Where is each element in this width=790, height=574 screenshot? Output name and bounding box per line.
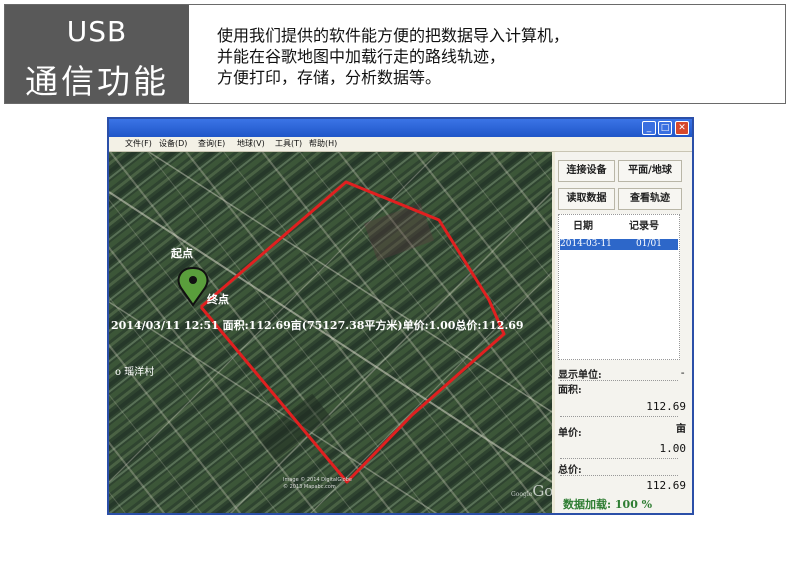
google-logo: GoogleGoog <box>511 482 552 500</box>
title-bar[interactable]: _ □ ✕ <box>109 119 692 137</box>
unit-price-label: 单价: <box>558 428 582 439</box>
menu-query[interactable]: 查询(E) <box>198 138 225 149</box>
feature-title-name: 通信功能 <box>25 62 169 101</box>
view-mode-toggle-button[interactable]: 平面/地球 <box>618 160 682 182</box>
feature-description-line: 并能在谷歌地图中加载行走的路线轨迹， <box>217 47 506 66</box>
menu-file[interactable]: 文件(F) <box>125 138 152 149</box>
map-copyright-line: © 2013 Mapabc.com <box>283 484 336 490</box>
area-label: 面积: <box>558 385 582 396</box>
record-number: 01/01 <box>636 239 662 249</box>
track-summary-text: 2014/03/11 12:51 面积:112.69亩(75127.38平方米)… <box>111 319 524 332</box>
start-point-label: 起点 <box>171 247 193 260</box>
record-list[interactable]: 日期 记录号 2014-03-11 01/01 <box>558 214 680 360</box>
close-button[interactable]: ✕ <box>675 121 689 135</box>
feature-description: 使用我们提供的软件能方便的把数据导入计算机， 并能在谷歌地图中加载行走的路线轨迹… <box>217 25 569 88</box>
satellite-map-view[interactable]: 起点 终点 2014/03/11 12:51 面积:112.69亩(75127.… <box>109 152 552 513</box>
village-label-text: o 瑶洋村 <box>115 367 155 378</box>
unit-price-value: 1.00 <box>659 442 687 455</box>
view-track-button[interactable]: 查看轨迹 <box>618 188 682 210</box>
read-data-button[interactable]: 读取数据 <box>558 188 615 210</box>
maximize-button[interactable]: □ <box>658 121 672 135</box>
end-point-label: 终点 <box>207 293 229 306</box>
feature-description-line: 方便打印，存储，分析数据等。 <box>217 68 442 87</box>
column-header-date: 日期 <box>573 221 593 232</box>
divider <box>560 458 678 459</box>
menu-tools[interactable]: 工具(T) <box>275 138 302 149</box>
record-date: 2014-03-11 <box>560 239 612 249</box>
divider <box>560 416 678 417</box>
feature-title-usb: USB <box>66 15 128 48</box>
google-logo-small: Google <box>511 491 533 498</box>
app-window: _ □ ✕ 文件(F) 设备(D) 查询(E) 地球(V) 工具(T) 帮助(H… <box>107 117 694 515</box>
feature-description-line: 使用我们提供的软件能方便的把数据导入计算机， <box>217 26 570 45</box>
satellite-image <box>109 152 552 513</box>
control-panel: 连接设备 平面/地球 读取数据 查看轨迹 日期 记录号 2014-03-11 0… <box>555 152 692 513</box>
google-logo-text: Goog <box>532 482 552 500</box>
divider <box>560 475 678 476</box>
connect-device-button[interactable]: 连接设备 <box>558 160 615 182</box>
display-unit-label: 显示单位: <box>558 370 602 381</box>
total-price-value: 112.69 <box>646 479 686 492</box>
menu-help[interactable]: 帮助(H) <box>309 138 337 149</box>
display-unit-value[interactable]: - <box>679 366 686 379</box>
feature-banner: USB 通信功能 使用我们提供的软件能方便的把数据导入计算机， 并能在谷歌地图中… <box>4 4 786 104</box>
data-loading-status: 数据加载: 100 % <box>563 498 653 511</box>
feature-title-block: USB 通信功能 <box>5 5 189 103</box>
village-label: o 瑶洋村 <box>115 363 154 378</box>
total-price-label: 总价: <box>558 465 582 476</box>
area-value: 112.69 <box>646 400 686 413</box>
map-copyright-line: Image © 2014 DigitalGlobe <box>283 477 352 483</box>
column-header-record: 记录号 <box>629 221 659 232</box>
menu-bar: 文件(F) 设备(D) 查询(E) 地球(V) 工具(T) 帮助(H) <box>109 137 692 152</box>
record-row[interactable]: 2014-03-11 01/01 <box>560 239 678 250</box>
map-copyright: Image © 2014 DigitalGlobe © 2013 Mapabc.… <box>283 477 352 491</box>
minimize-button[interactable]: _ <box>642 121 656 135</box>
menu-earth[interactable]: 地球(V) <box>237 138 265 149</box>
divider <box>560 380 678 381</box>
area-unit: 亩 <box>676 424 686 435</box>
menu-device[interactable]: 设备(D) <box>159 138 187 149</box>
